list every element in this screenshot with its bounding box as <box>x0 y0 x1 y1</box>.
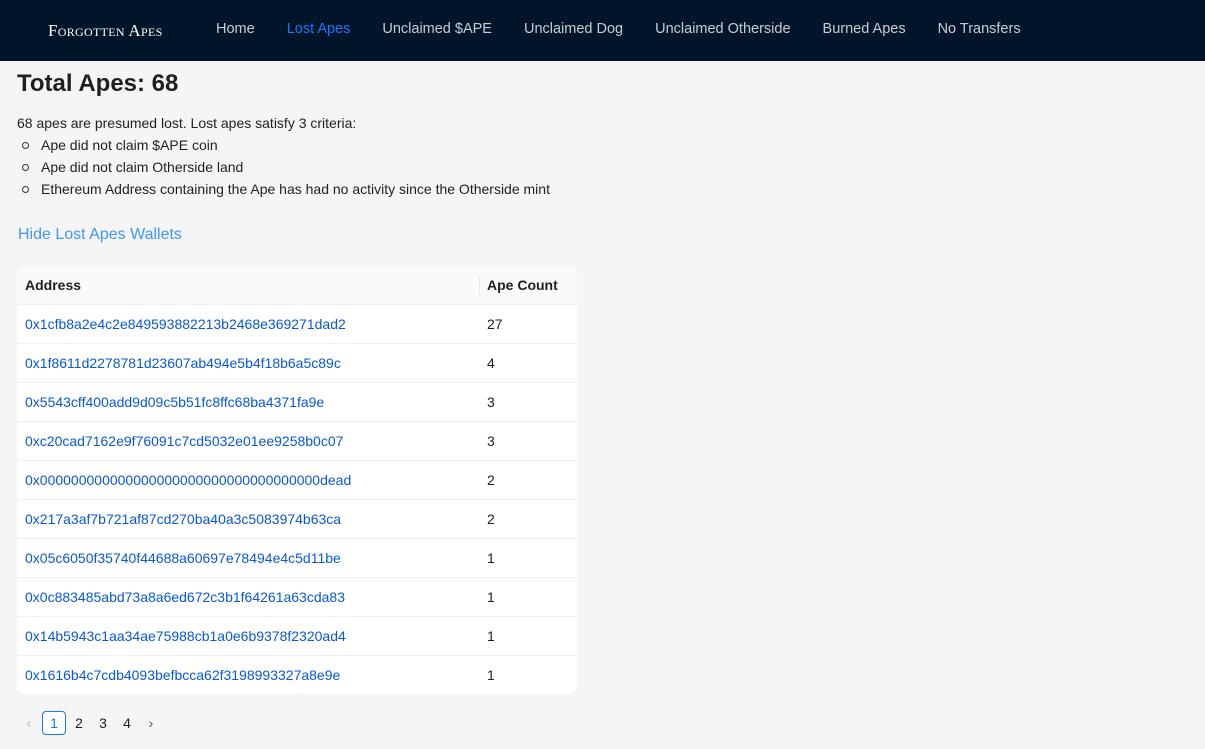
table-row: 0x5543cff400add9d09c5b51fc8ffc68ba4371fa… <box>17 382 577 422</box>
ape-count-cell: 2 <box>479 499 577 539</box>
criteria-item: Ethereum Address containing the Ape has … <box>22 178 1187 200</box>
ape-count-cell: 27 <box>479 304 577 344</box>
ape-count-cell: 1 <box>479 616 577 656</box>
ape-count-cell: 1 <box>479 577 577 617</box>
address-link[interactable]: 0x1f8611d2278781d23607ab494e5b4f18b6a5c8… <box>25 355 341 371</box>
ape-count-cell: 2 <box>479 460 577 500</box>
column-header-address[interactable]: Address <box>17 266 479 305</box>
address-cell: 0x217a3af7b721af87cd270ba40a3c5083974b63… <box>17 499 479 539</box>
address-cell: 0xc20cad7162e9f76091c7cd5032e01ee9258b0c… <box>17 421 479 461</box>
page-2-button[interactable]: 2 <box>68 712 90 734</box>
address-link[interactable]: 0x217a3af7b721af87cd270ba40a3c5083974b63… <box>25 511 341 527</box>
address-link[interactable]: 0x1616b4c7cdb4093befbcca62f3198993327a8e… <box>25 667 340 683</box>
column-header-ape-count[interactable]: Ape Count <box>479 266 577 305</box>
prev-page-icon[interactable]: ‹ <box>17 711 41 735</box>
table-row: 0x14b5943c1aa34ae75988cb1a0e6b9378f2320a… <box>17 616 577 656</box>
ape-count-cell: 4 <box>479 343 577 383</box>
table-row: 0x000000000000000000000000000000000000de… <box>17 460 577 500</box>
table-header-row: Address Ape Count <box>17 266 577 305</box>
next-page-icon[interactable]: › <box>139 711 163 735</box>
criteria-list: Ape did not claim $APE coin Ape did not … <box>17 134 1187 200</box>
criteria-item: Ape did not claim $APE coin <box>22 134 1187 156</box>
table-row: 0x05c6050f35740f44688a60697e78494e4c5d11… <box>17 538 577 578</box>
address-cell: 0x14b5943c1aa34ae75988cb1a0e6b9378f2320a… <box>17 616 479 656</box>
address-link[interactable]: 0x14b5943c1aa34ae75988cb1a0e6b9378f2320a… <box>25 628 346 644</box>
nav-item-no-transfers[interactable]: No Transfers <box>922 0 1037 61</box>
criteria-item: Ape did not claim Otherside land <box>22 156 1187 178</box>
brand-logo[interactable]: Forgotten Apes <box>48 21 200 41</box>
address-cell: 0x1cfb8a2e4c2e849593882213b2468e369271da… <box>17 304 479 344</box>
ape-count-cell: 3 <box>479 421 577 461</box>
table-row: 0x0c883485abd73a8a6ed672c3b1f64261a63cda… <box>17 577 577 617</box>
address-cell: 0x5543cff400add9d09c5b51fc8ffc68ba4371fa… <box>17 382 479 422</box>
main-content: Total Apes: 68 68 apes are presumed lost… <box>17 61 1187 735</box>
page-4-button[interactable]: 4 <box>116 712 138 734</box>
address-cell: 0x1616b4c7cdb4093befbcca62f3198993327a8e… <box>17 656 479 695</box>
table-row: 0x1f8611d2278781d23607ab494e5b4f18b6a5c8… <box>17 343 577 383</box>
intro-text: 68 apes are presumed lost. Lost apes sat… <box>17 115 357 131</box>
page-title: Total Apes: 68 <box>17 70 179 97</box>
ape-count-cell: 1 <box>487 667 495 683</box>
address-cell: 0x000000000000000000000000000000000000de… <box>17 460 479 500</box>
main-nav: Home Lost Apes Unclaimed $APE Unclaimed … <box>200 0 1037 61</box>
table-row: 0x1616b4c7cdb4093befbcca62f3198993327a8e… <box>17 656 577 695</box>
address-cell: 0x05c6050f35740f44688a60697e78494e4c5d11… <box>17 538 479 578</box>
nav-item-unclaimed-otherside[interactable]: Unclaimed Otherside <box>639 0 806 61</box>
ape-count-cell: 1 <box>479 538 577 578</box>
hide-wallets-link[interactable]: Hide Lost Apes Wallets <box>18 226 182 244</box>
table-row: 0x217a3af7b721af87cd270ba40a3c5083974b63… <box>17 499 577 539</box>
address-link[interactable]: 0x5543cff400add9d09c5b51fc8ffc68ba4371fa… <box>25 394 324 410</box>
nav-item-home[interactable]: Home <box>200 0 271 61</box>
top-navigation-bar: Forgotten Apes Home Lost Apes Unclaimed … <box>0 0 1205 61</box>
nav-item-unclaimed-ape[interactable]: Unclaimed $APE <box>366 0 508 61</box>
address-link[interactable]: 0x000000000000000000000000000000000000de… <box>25 472 351 488</box>
pagination: ‹ 1 2 3 4 › <box>17 711 1187 735</box>
nav-item-unclaimed-dog[interactable]: Unclaimed Dog <box>508 0 639 61</box>
address-link[interactable]: 0x05c6050f35740f44688a60697e78494e4c5d11… <box>25 550 341 566</box>
address-link[interactable]: 0xc20cad7162e9f76091c7cd5032e01ee9258b0c… <box>25 433 343 449</box>
table-row: 0xc20cad7162e9f76091c7cd5032e01ee9258b0c… <box>17 421 577 461</box>
table-row: 0x1cfb8a2e4c2e849593882213b2468e369271da… <box>17 304 577 344</box>
address-cell: 0x0c883485abd73a8a6ed672c3b1f64261a63cda… <box>17 577 479 617</box>
page-3-button[interactable]: 3 <box>92 712 114 734</box>
nav-item-lost-apes[interactable]: Lost Apes <box>271 0 367 61</box>
nav-item-burned-apes[interactable]: Burned Apes <box>807 0 922 61</box>
page-1-button[interactable]: 1 <box>42 711 66 735</box>
address-link[interactable]: 0x0c883485abd73a8a6ed672c3b1f64261a63cda… <box>25 589 345 605</box>
address-cell: 0x1f8611d2278781d23607ab494e5b4f18b6a5c8… <box>17 343 479 383</box>
wallets-table: Address Ape Count 0x1cfb8a2e4c2e84959388… <box>17 266 577 694</box>
address-link[interactable]: 0x1cfb8a2e4c2e849593882213b2468e369271da… <box>25 316 346 332</box>
ape-count-cell: 3 <box>479 382 577 422</box>
